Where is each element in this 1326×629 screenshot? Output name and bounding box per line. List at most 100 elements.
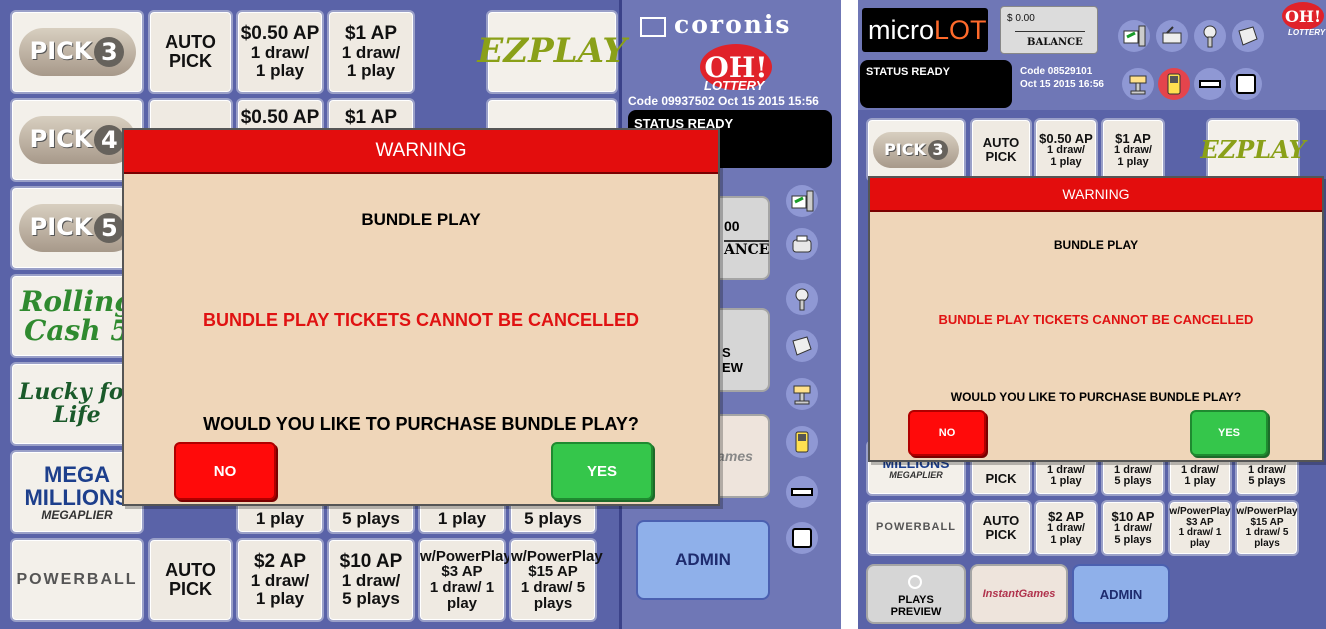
powerball-2-ap-button[interactable]: $2 AP 1 draw/ 1 play bbox=[236, 538, 324, 622]
ap-sub: 1 draw/ 1 play bbox=[1047, 144, 1085, 168]
dialog-message: BUNDLE PLAY TICKETS CANNOT BE CANCELLED bbox=[202, 310, 640, 330]
terminal-icon[interactable] bbox=[786, 185, 818, 217]
coronis-brand: coronis bbox=[640, 10, 792, 39]
card-reader-icon[interactable] bbox=[786, 476, 818, 508]
pick3-1-ap-button[interactable]: $1 AP 1 draw/ 1 play bbox=[327, 10, 415, 94]
lottery-logo-text: LOTTERY bbox=[704, 78, 765, 93]
ap-sub: 1 play bbox=[437, 509, 487, 529]
status-text: STATUS READY bbox=[866, 66, 950, 78]
ap-sub: 5 plays bbox=[524, 509, 582, 529]
ap-sub: 1 draw/ 1 play bbox=[429, 579, 495, 612]
status-panel: STATUS READY bbox=[860, 60, 1012, 108]
plays-preview-button[interactable]: PLAYS PREVIEW bbox=[866, 564, 966, 624]
ap-sub: 1 draw/ 1 play bbox=[341, 43, 401, 80]
no-button[interactable]: NO bbox=[174, 442, 276, 500]
powerball-powerplay-15-ap-button[interactable]: w/PowerPlay $15 AP 1 draw/ 5 plays bbox=[1235, 500, 1299, 556]
powerball-2-ap-button[interactable]: $2 AP 1 draw/ 1 play bbox=[1034, 500, 1098, 556]
card-reader-icon[interactable] bbox=[1194, 68, 1226, 100]
terminal-date: Oct 15 2015 16:56 bbox=[1020, 79, 1104, 90]
ap-price: $2 AP bbox=[253, 551, 307, 573]
oh-logo-text: OH! bbox=[1284, 6, 1322, 26]
handheld-device-icon[interactable] bbox=[1158, 68, 1190, 100]
ap-price: $10 AP bbox=[1111, 508, 1155, 524]
handheld-device-icon[interactable] bbox=[786, 426, 818, 458]
monitor-icon[interactable] bbox=[786, 522, 818, 554]
microlot-logo: micro LOT bbox=[862, 8, 988, 52]
warning-dialog: WARNING BUNDLE PLAY BUNDLE PLAY TICKETS … bbox=[868, 176, 1324, 462]
terminal-icon[interactable] bbox=[1118, 20, 1150, 52]
pick5-logo-text: PICK bbox=[29, 213, 93, 242]
pick3-logo: PICK 3 bbox=[872, 132, 960, 168]
yes-label: YES bbox=[1217, 427, 1240, 439]
no-label: NO bbox=[938, 427, 956, 439]
pick3-logo: PICK 3 bbox=[18, 28, 136, 76]
ticket-printer-icon[interactable] bbox=[1232, 20, 1264, 52]
yes-button[interactable]: YES bbox=[551, 442, 653, 500]
pick4-logo-text: PICK bbox=[29, 125, 93, 154]
powerball-powerplay-3-ap-button[interactable]: w/PowerPlay $3 AP 1 draw/ 1 play bbox=[1168, 500, 1232, 556]
dialog-question: WOULD YOU LIKE TO PURCHASE BUNDLE PLAY? bbox=[203, 414, 639, 434]
pick3-logo-text: PICK bbox=[29, 37, 93, 66]
pick3-050-ap-button[interactable]: $0.50 AP 1 draw/ 1 play bbox=[1034, 118, 1098, 182]
monitor-icon[interactable] bbox=[1230, 68, 1262, 100]
powerball-game-button[interactable]: POWERBALL bbox=[10, 538, 144, 622]
pick3-logo-number: 3 bbox=[927, 140, 948, 160]
admin-button[interactable]: ADMIN bbox=[1072, 564, 1170, 624]
ap-sub: 1 draw/ 1 play bbox=[1178, 527, 1222, 549]
pick3-050-ap-button[interactable]: $0.50 AP 1 draw/ 1 play bbox=[236, 10, 324, 94]
powerball-logo: POWERBALL bbox=[876, 521, 956, 534]
plays-preview-label: PLAYS PREVIEW bbox=[890, 594, 942, 618]
warning-dialog: WARNING BUNDLE PLAY BUNDLE PLAY TICKETS … bbox=[122, 128, 720, 506]
coronis-brand-text: coronis bbox=[674, 10, 792, 39]
ap-price: $0.50 AP bbox=[240, 107, 320, 128]
powerball-10-ap-button[interactable]: $10 AP 1 draw/ 5 plays bbox=[327, 538, 415, 622]
ezplay-logo: EZPLAY bbox=[477, 31, 627, 72]
ap-price: $1 AP bbox=[1115, 130, 1151, 146]
ap-price: $0.50 AP bbox=[240, 23, 320, 45]
pick4-logo-number: 4 bbox=[94, 125, 125, 155]
display-stand-icon[interactable] bbox=[1122, 68, 1154, 100]
ap-sub: 1 draw/ 1 play bbox=[250, 43, 310, 80]
dialog-message: BUNDLE PLAY TICKETS CANNOT BE CANCELLED bbox=[938, 312, 1254, 327]
pick3-logo-text: PICK bbox=[884, 139, 926, 159]
ticket-printer-icon[interactable] bbox=[786, 330, 818, 362]
printer-icon[interactable] bbox=[786, 228, 818, 260]
ap-sub: 1 draw/ 1 play bbox=[250, 571, 310, 608]
no-button[interactable]: NO bbox=[908, 410, 986, 456]
admin-button[interactable]: ADMIN bbox=[636, 520, 770, 600]
pick3-game-button[interactable]: PICK 3 bbox=[866, 118, 966, 182]
terminal-code: Code 08529101 bbox=[1020, 66, 1093, 77]
ap-price: $2 AP bbox=[1048, 508, 1084, 524]
ap-sub: 1 draw/ 5 plays bbox=[1245, 527, 1289, 549]
display-stand-icon[interactable] bbox=[786, 378, 818, 410]
instant-games-button[interactable]: InstantGames bbox=[970, 564, 1068, 624]
powerball-10-ap-button[interactable]: $10 AP 1 draw/ 5 plays bbox=[1101, 500, 1165, 556]
scanner-icon[interactable] bbox=[1156, 20, 1188, 52]
pick3-auto-pick-button[interactable]: AUTO PICK bbox=[970, 118, 1032, 182]
powerball-powerplay-3-ap-button[interactable]: w/PowerPlay $3 AP 1 draw/ 1 play bbox=[418, 538, 512, 622]
instant-games-label: ames bbox=[717, 448, 753, 464]
warning-header: WARNING bbox=[124, 130, 718, 174]
ezplay-games-button[interactable]: EZPLAY bbox=[477, 10, 627, 94]
yes-label: YES bbox=[586, 462, 617, 480]
powerball-game-button[interactable]: POWERBALL bbox=[866, 500, 966, 556]
powerball-auto-pick-button[interactable]: AUTO PICK bbox=[970, 500, 1032, 556]
pick5-logo: PICK 5 bbox=[18, 204, 136, 252]
magnifier-icon bbox=[908, 575, 922, 589]
ezplay-logo: EZPLAY bbox=[1200, 135, 1306, 165]
powerball-logo: POWERBALL bbox=[16, 570, 138, 588]
barcode-reader-icon[interactable] bbox=[1194, 20, 1226, 52]
warning-title: WARNING bbox=[375, 140, 467, 161]
powerball-auto-pick-button[interactable]: AUTO PICK bbox=[148, 538, 233, 622]
scanner-icon[interactable] bbox=[786, 283, 818, 315]
yes-button[interactable]: YES bbox=[1190, 410, 1268, 456]
pick3-game-button[interactable]: PICK 3 bbox=[10, 10, 144, 94]
megaplier-label: MEGAPLIER bbox=[41, 507, 113, 522]
ezplay-games-button[interactable]: EZPLAY bbox=[1200, 118, 1306, 182]
balance-value: 00 bbox=[724, 218, 740, 234]
pick3-1-ap-button[interactable]: $1 AP 1 draw/ 1 play bbox=[1101, 118, 1165, 182]
powerball-powerplay-15-ap-button[interactable]: w/PowerPlay $15 AP 1 draw/ 5 plays bbox=[509, 538, 603, 622]
pick3-auto-pick-button[interactable]: AUTO PICK bbox=[148, 10, 233, 94]
no-label: NO bbox=[213, 462, 237, 480]
lottery-logo-text: LOTTERY bbox=[1288, 28, 1326, 37]
